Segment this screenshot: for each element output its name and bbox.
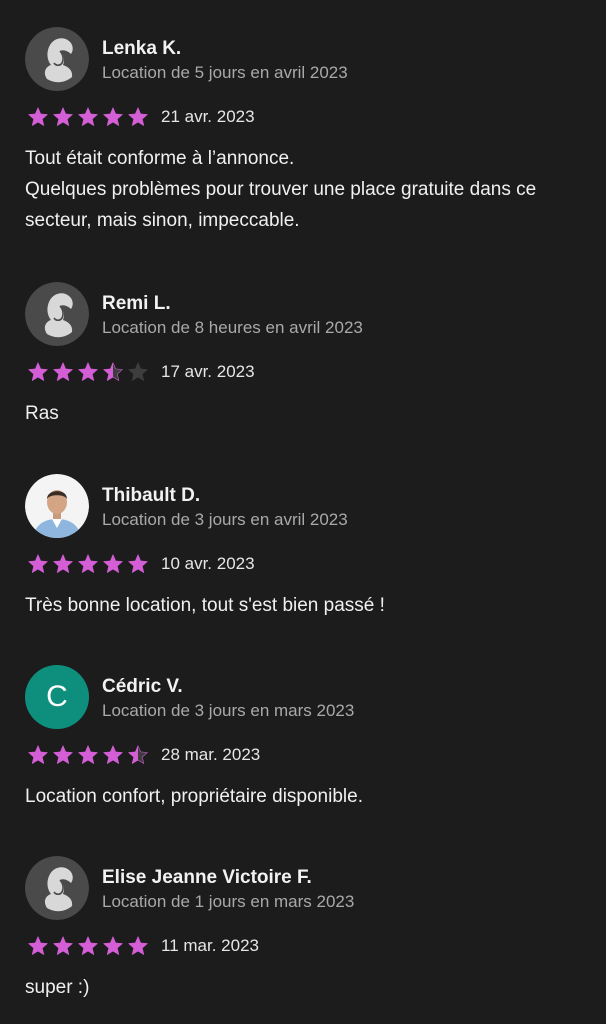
avatar-silhouette-icon <box>25 27 89 91</box>
review-text: Location confort, propriétaire disponibl… <box>25 786 363 807</box>
review-text: Tout était conforme à l’annonce. Quelque… <box>25 148 537 231</box>
reviewer-name: Elise Jeanne Victoire F. <box>102 867 312 888</box>
avatar-photo <box>25 474 89 538</box>
star-icon <box>103 554 123 573</box>
star-icon <box>53 554 73 573</box>
star-icon <box>78 107 98 126</box>
rental-info: Location de 3 jours en mars 2023 <box>102 701 355 720</box>
review-date: 10 avr. 2023 <box>161 554 255 573</box>
review-text: Ras <box>25 403 59 424</box>
star-icon <box>53 362 73 381</box>
star-icon <box>78 745 98 764</box>
rating-row: 28 mar. 2023 <box>27 743 260 767</box>
rating-row: 21 avr. 2023 <box>27 105 255 129</box>
star-icon <box>53 745 73 764</box>
star-rating <box>27 744 152 766</box>
reviewer-name: Thibault D. <box>102 485 201 506</box>
star-icon <box>103 936 123 955</box>
star-icon <box>128 107 148 126</box>
star-rating <box>27 553 152 575</box>
rental-info: Location de 1 jours en mars 2023 <box>102 892 355 911</box>
star-icon <box>103 745 123 764</box>
rental-info: Location de 8 heures en avril 2023 <box>102 318 363 337</box>
star-icon <box>128 362 148 381</box>
star-icon <box>128 936 148 955</box>
star-icon <box>78 554 98 573</box>
star-icon <box>53 107 73 126</box>
star-icon <box>28 936 48 955</box>
star-rating <box>27 935 152 957</box>
star-icon <box>28 745 48 764</box>
review-date: 17 avr. 2023 <box>161 362 255 381</box>
avatar-silhouette-icon <box>25 282 89 346</box>
rating-row: 11 mar. 2023 <box>27 934 259 958</box>
star-icon <box>28 554 48 573</box>
star-rating <box>27 361 152 383</box>
reviewer-name: Cédric V. <box>102 676 183 697</box>
star-icon <box>103 362 123 381</box>
star-icon <box>28 362 48 381</box>
star-icon <box>128 554 148 573</box>
reviewer-name: Lenka K. <box>102 38 182 59</box>
avatar-letter: C <box>25 665 89 729</box>
star-icon <box>103 107 123 126</box>
avatar-silhouette-icon <box>25 856 89 920</box>
rating-row: 17 avr. 2023 <box>27 360 255 384</box>
review-date: 28 mar. 2023 <box>161 745 261 764</box>
review-date: 11 mar. 2023 <box>161 936 259 955</box>
review-text: Très bonne location, tout s'est bien pas… <box>25 595 385 616</box>
review-date: 21 avr. 2023 <box>161 107 255 126</box>
star-icon <box>128 745 148 764</box>
rental-info: Location de 5 jours en avril 2023 <box>102 63 348 82</box>
rental-info: Location de 3 jours en avril 2023 <box>102 510 348 529</box>
review-text: super :) <box>25 977 90 998</box>
rating-row: 10 avr. 2023 <box>27 552 255 576</box>
star-icon <box>78 936 98 955</box>
star-icon <box>28 107 48 126</box>
star-rating <box>27 106 152 128</box>
reviewer-name: Remi L. <box>102 293 171 314</box>
star-icon <box>53 936 73 955</box>
star-icon <box>78 362 98 381</box>
